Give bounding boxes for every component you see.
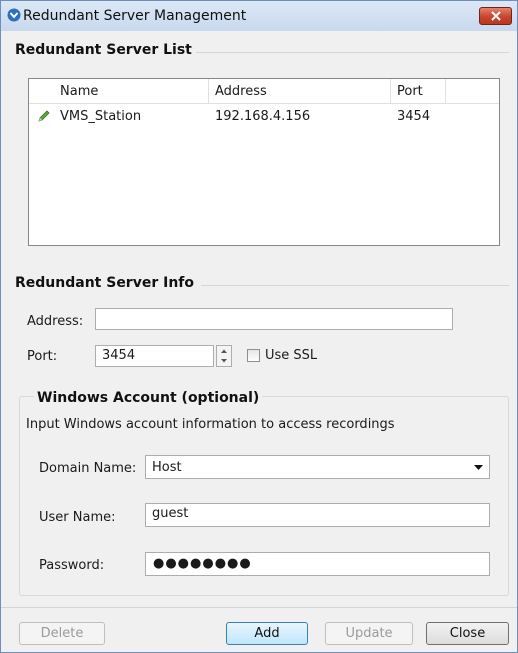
domain-name-value: Host <box>152 460 182 475</box>
spin-up-icon[interactable] <box>217 346 231 356</box>
port-input[interactable]: 3454 <box>95 345 214 367</box>
domain-name-dropdown[interactable]: Host <box>145 455 490 479</box>
column-header-port[interactable]: Port <box>397 84 423 99</box>
row-name: VMS_Station <box>60 109 142 124</box>
password-input[interactable]: ●●●●●●●● <box>145 552 490 576</box>
section-divider <box>196 52 509 53</box>
windows-account-title: Windows Account (optional) <box>34 390 263 406</box>
chevron-down-icon <box>474 465 483 470</box>
column-header-name[interactable]: Name <box>60 84 98 99</box>
section-divider <box>201 285 509 286</box>
windows-account-description: Input Windows account information to acc… <box>26 417 395 432</box>
port-label: Port: <box>27 349 58 364</box>
title-bar[interactable]: Redundant Server Management <box>1 1 517 31</box>
window-close-button[interactable] <box>479 7 512 25</box>
address-input[interactable] <box>95 308 453 330</box>
server-list-title: Redundant Server List <box>15 42 192 58</box>
use-ssl-label[interactable]: Use SSL <box>265 348 317 363</box>
port-stepper[interactable] <box>216 345 232 367</box>
update-button[interactable]: Update <box>325 622 413 645</box>
spin-down-icon[interactable] <box>217 356 231 366</box>
pencil-icon <box>38 110 50 122</box>
column-divider <box>390 79 391 103</box>
add-button[interactable]: Add <box>226 622 308 645</box>
redundant-server-dialog: Redundant Server Management Redundant Se… <box>0 0 518 653</box>
user-name-input[interactable]: guest <box>145 503 490 527</box>
user-name-label: User Name: <box>39 510 116 525</box>
delete-button[interactable]: Delete <box>19 622 105 645</box>
column-header-address[interactable]: Address <box>215 84 267 99</box>
server-info-title: Redundant Server Info <box>15 275 194 291</box>
app-chevron-icon <box>7 8 21 22</box>
domain-name-label: Domain Name: <box>39 461 137 476</box>
server-list[interactable]: Name Address Port VMS_Station 192.168.4.… <box>28 78 500 246</box>
column-divider <box>445 79 446 103</box>
address-label: Address: <box>27 314 84 329</box>
close-button[interactable]: Close <box>426 622 509 645</box>
column-divider <box>208 79 209 103</box>
close-icon <box>491 11 501 21</box>
row-port: 3454 <box>397 109 431 124</box>
row-address: 192.168.4.156 <box>215 109 311 124</box>
use-ssl-checkbox[interactable] <box>247 349 260 362</box>
footer-divider <box>1 607 517 608</box>
password-label: Password: <box>39 558 105 573</box>
table-row[interactable]: VMS_Station 192.168.4.156 3454 <box>29 105 499 127</box>
window-title: Redundant Server Management <box>23 8 247 24</box>
list-header: Name Address Port <box>29 79 499 104</box>
password-mask: ●●●●●●●● <box>153 556 252 571</box>
